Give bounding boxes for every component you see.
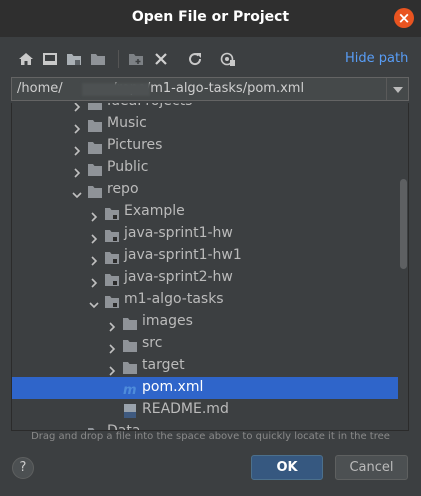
tree-item-label: m1-algo-tasks (124, 291, 224, 307)
dialog-title: Open File or Project (131, 9, 290, 25)
tree-item-label: target (142, 357, 185, 373)
module-folder-icon (105, 293, 119, 308)
path-combobox[interactable] (11, 77, 409, 101)
tree-row[interactable]: java-sprint1-hw1 (12, 245, 398, 267)
tree-item-label: images (142, 313, 193, 329)
tree-row[interactable]: m1-algo-tasks (12, 289, 398, 311)
folder-icon (123, 359, 137, 374)
tree-row[interactable]: Public (12, 157, 398, 179)
chevron-right-icon[interactable] (107, 339, 117, 354)
title-bar: Open File or Project × (0, 0, 421, 37)
tree-item-label: java-sprint1-hw1 (124, 247, 242, 263)
chevron-down-icon[interactable] (72, 185, 82, 199)
tree-row[interactable]: src (12, 333, 398, 355)
delete-icon[interactable] (153, 51, 169, 67)
tree-item-label: Data... (107, 423, 154, 431)
tree-item-label: Music (107, 115, 147, 131)
chevron-right-icon[interactable] (107, 317, 117, 332)
tree-row[interactable]: repo (12, 179, 398, 201)
tree-item-label: Example (124, 203, 185, 219)
path-input[interactable] (12, 78, 386, 100)
module-folder-icon (105, 205, 119, 220)
svg-text:m: m (123, 383, 137, 396)
tree-item-label: Pictures (107, 137, 163, 153)
chevron-right-icon[interactable] (89, 229, 99, 244)
module-folder-icon (105, 249, 119, 264)
chevron-right-icon[interactable] (72, 103, 82, 112)
folder-icon (88, 183, 102, 198)
home-icon[interactable] (18, 51, 34, 67)
chevron-down-icon (393, 87, 403, 93)
show-hidden-icon[interactable] (220, 51, 236, 67)
chevron-right-icon[interactable] (72, 163, 82, 178)
folder-icon (88, 139, 102, 154)
chevron-right-icon[interactable] (107, 361, 117, 376)
tree-row[interactable]: Pictures (12, 135, 398, 157)
tree-row[interactable]: images (12, 311, 398, 333)
tree-row[interactable]: m pom.xml (12, 377, 398, 399)
maven-file-icon: m (123, 381, 137, 398)
chevron-down-icon[interactable] (89, 295, 99, 309)
tree-item-label: src (142, 335, 163, 351)
folder-icon (123, 315, 137, 330)
close-button[interactable]: × (394, 8, 414, 28)
module-folder-icon (105, 227, 119, 242)
tree-item-label: pom.xml (142, 379, 204, 395)
tree-row[interactable]: Example (12, 201, 398, 223)
module-folder-icon[interactable] (90, 51, 106, 67)
tree-row[interactable]: README.md (12, 399, 398, 421)
tree-item-label: README.md (142, 401, 229, 417)
ok-button[interactable]: OK (251, 455, 323, 480)
desktop-icon[interactable] (42, 51, 58, 67)
toolbar: Hide path (0, 37, 421, 75)
folder-icon (88, 161, 102, 176)
new-folder-icon[interactable] (128, 51, 144, 67)
tree-item-label: java-sprint2-hw (124, 269, 233, 285)
chevron-right-icon[interactable] (89, 251, 99, 266)
help-button[interactable]: ? (12, 457, 34, 479)
tree-item-label: Public (107, 159, 149, 175)
tree-scrollbar-thumb[interactable] (400, 179, 407, 269)
chevron-right-icon[interactable] (89, 273, 99, 288)
drag-drop-hint: Drag and drop a file into the space abov… (31, 431, 390, 442)
tree-item-label: java-sprint1-hw (124, 225, 233, 241)
tree-row[interactable]: java-sprint2-hw (12, 267, 398, 289)
cancel-button[interactable]: Cancel (335, 455, 408, 480)
redacted-username (82, 83, 150, 96)
project-folder-icon[interactable] (66, 51, 82, 67)
tree-row[interactable]: Data... (12, 421, 398, 431)
module-folder-icon (105, 271, 119, 286)
file-tree[interactable]: Data... README.md m pom.xml target src images m… (11, 103, 409, 431)
folder-icon (88, 117, 102, 132)
tree-row[interactable]: IdeaProjects (12, 103, 398, 113)
path-history-dropdown[interactable] (386, 78, 408, 100)
tree-item-label: IdeaProjects (107, 103, 192, 109)
tree-row[interactable]: java-sprint1-hw (12, 223, 398, 245)
tree-item-label: repo (107, 181, 139, 197)
chevron-right-icon[interactable] (72, 141, 82, 156)
tree-row[interactable]: Music (12, 113, 398, 135)
chevron-right-icon[interactable] (89, 207, 99, 222)
tree-row[interactable]: target (12, 355, 398, 377)
hide-path-link[interactable]: Hide path (345, 51, 408, 66)
folder-icon (88, 103, 102, 110)
markdown-file-icon (123, 403, 137, 418)
refresh-icon[interactable] (187, 51, 203, 67)
toolbar-separator (118, 50, 119, 68)
folder-icon (123, 337, 137, 352)
chevron-right-icon[interactable] (72, 119, 82, 134)
